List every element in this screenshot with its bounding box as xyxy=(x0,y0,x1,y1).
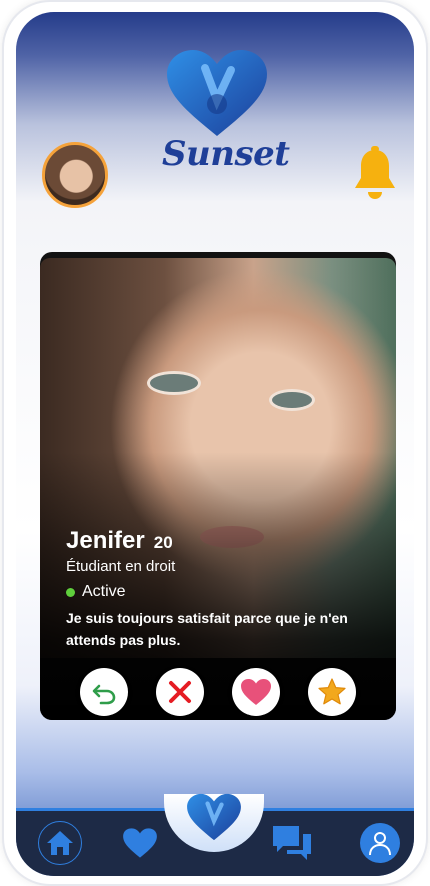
undo-arrow-icon xyxy=(92,684,116,705)
profile-occupation: Étudiant en droit xyxy=(66,558,176,575)
phone-frame: Sunset Jenifer 20 Étudiant en droit Acti… xyxy=(4,2,426,884)
user-avatar[interactable] xyxy=(42,142,108,208)
status-dot-icon xyxy=(66,587,75,597)
notification-bell-icon[interactable] xyxy=(352,146,398,202)
home-icon xyxy=(47,831,73,855)
profile-bio: Je suis toujours satisfait parce que je … xyxy=(66,610,348,648)
sunset-logo-icon xyxy=(187,793,241,841)
user-icon xyxy=(369,832,391,856)
chat-icon xyxy=(273,826,311,860)
undo-button[interactable] xyxy=(80,668,128,716)
nav-favorites[interactable] xyxy=(120,825,160,861)
profile-info: Jenifer 20 Étudiant en droit Active Je s… xyxy=(66,526,376,651)
profile-age: 20 xyxy=(153,533,173,552)
heart-logo-icon xyxy=(167,50,267,136)
nav-profile[interactable] xyxy=(360,823,400,863)
brand-name: Sunset xyxy=(162,134,290,174)
nav-messages[interactable] xyxy=(270,823,314,863)
photo-detail xyxy=(272,392,312,408)
nav-center-logo[interactable] xyxy=(186,792,242,842)
photo-detail xyxy=(150,374,198,392)
app-screen: Sunset Jenifer 20 Étudiant en droit Acti… xyxy=(16,12,414,876)
status-label: Active xyxy=(82,583,126,600)
like-button[interactable] xyxy=(232,668,280,716)
nav-home[interactable] xyxy=(38,821,82,865)
app-logo: Sunset xyxy=(162,48,290,178)
heart-icon xyxy=(241,679,271,705)
profile-name: Jenifer xyxy=(66,527,145,554)
action-buttons xyxy=(80,668,356,716)
status-indicator: Active xyxy=(66,583,376,601)
close-x-icon xyxy=(169,681,191,703)
profile-card[interactable]: Jenifer 20 Étudiant en droit Active Je s… xyxy=(40,252,396,720)
heart-icon xyxy=(123,828,157,858)
dislike-button[interactable] xyxy=(156,668,204,716)
profile-name-row: Jenifer 20 xyxy=(66,526,376,556)
superlike-button[interactable] xyxy=(308,668,356,716)
star-icon xyxy=(318,678,346,705)
